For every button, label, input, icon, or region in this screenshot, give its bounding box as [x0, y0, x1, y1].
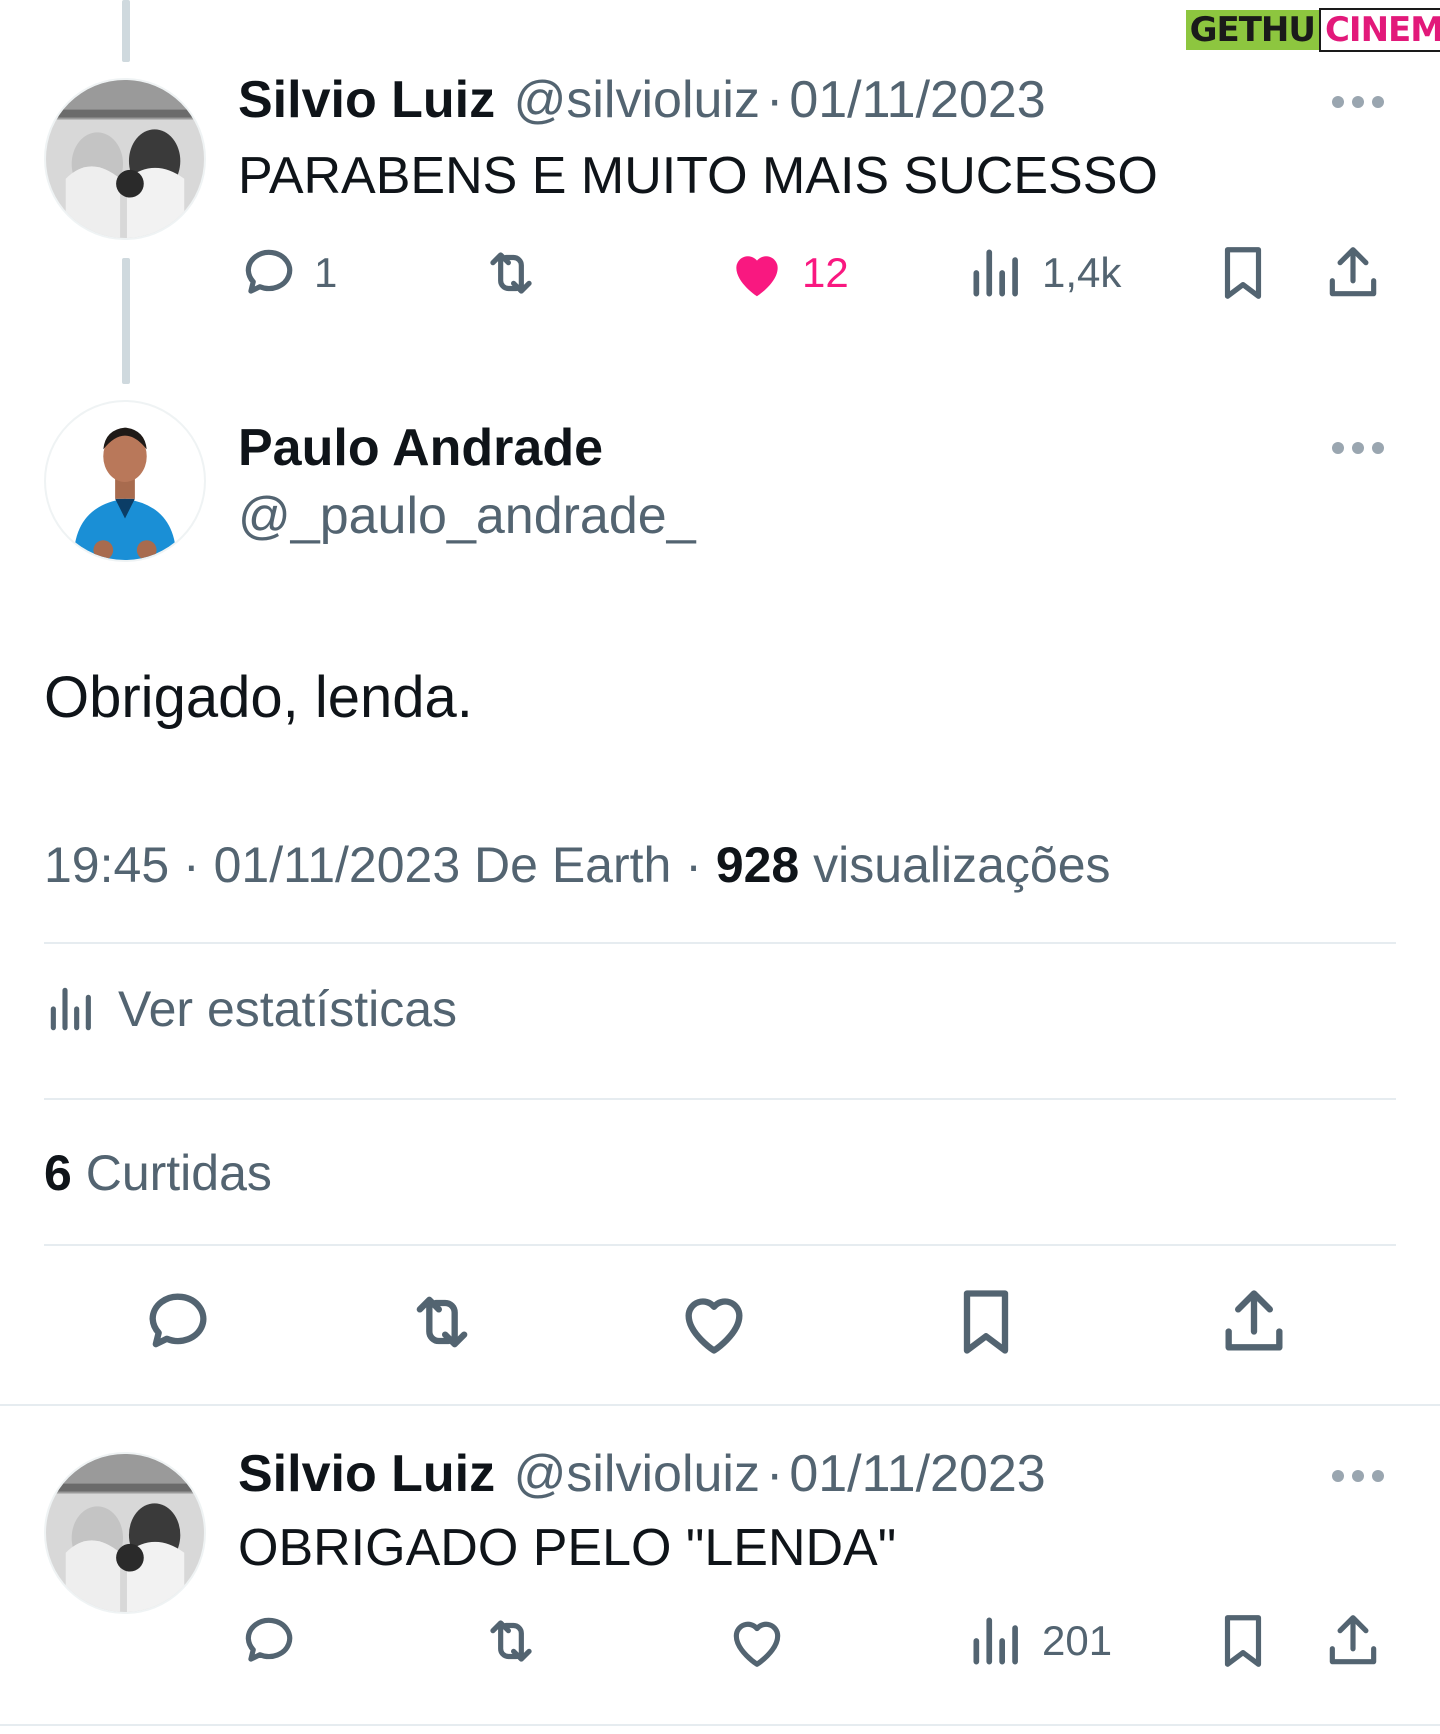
- watermark-part1: GETHU: [1185, 10, 1319, 50]
- author-name[interactable]: Silvio Luiz: [238, 1445, 495, 1503]
- tweet-date[interactable]: 01/11/2023: [789, 71, 1045, 129]
- reply-button[interactable]: [140, 1284, 216, 1360]
- reply-count: 1: [314, 249, 338, 296]
- tweet-header: Silvio Luiz @silvioluiz · 01/11/2023: [238, 70, 1046, 130]
- view-stats-label: Ver estatísticas: [118, 981, 458, 1037]
- bookmark-button[interactable]: [1212, 1610, 1274, 1672]
- avatar-silvio-image: [46, 80, 204, 238]
- bookmark-icon: [963, 1290, 1009, 1354]
- views-button[interactable]: 201: [966, 1610, 1112, 1672]
- meta-separator: ·: [765, 71, 784, 129]
- tweet-text: OBRIGADO PELO "LENDA": [238, 1519, 897, 1577]
- retweet-icon: [416, 1296, 468, 1348]
- author-name[interactable]: Silvio Luiz: [238, 71, 495, 129]
- like-icon: [685, 1298, 743, 1354]
- divider: [44, 1244, 1396, 1246]
- views-icon: [973, 1617, 1018, 1665]
- tweet-time[interactable]: 19:45: [44, 837, 169, 893]
- author-handle[interactable]: @_paulo_andrade_: [238, 486, 696, 546]
- avatar-paulo[interactable]: [44, 400, 206, 562]
- likes-count: 6: [44, 1145, 72, 1201]
- likes-label: Curtidas: [85, 1145, 272, 1201]
- meta-separator: ·: [765, 1445, 784, 1503]
- avatar-silvio-image: [46, 1454, 204, 1612]
- view-stats-link[interactable]: Ver estatísticas: [44, 980, 457, 1038]
- reply-button[interactable]: [238, 1610, 300, 1672]
- more-icon[interactable]: [1330, 94, 1386, 110]
- more-icon[interactable]: [1330, 1468, 1386, 1484]
- retweet-button[interactable]: [480, 242, 542, 304]
- watermark-part2: CINEMA: [1318, 8, 1440, 52]
- views-count: 928: [715, 837, 800, 893]
- views-icon: [973, 249, 1018, 297]
- views-label: visualizações: [813, 837, 1111, 893]
- avatar-paulo-image: [46, 402, 204, 560]
- tweet-date[interactable]: 01/11/2023: [789, 1445, 1045, 1503]
- views-button[interactable]: 1,4k: [966, 242, 1121, 304]
- reply-icon: [149, 1293, 207, 1348]
- author-handle[interactable]: @silvioluiz: [514, 71, 760, 129]
- avatar-silvio[interactable]: [44, 78, 206, 240]
- like-button[interactable]: [676, 1284, 752, 1360]
- retweet-button[interactable]: [404, 1284, 480, 1360]
- author-handle[interactable]: @silvioluiz: [514, 1445, 760, 1503]
- share-icon: [1225, 1290, 1283, 1351]
- retweet-button[interactable]: [480, 1610, 542, 1672]
- likes-summary[interactable]: 6 Curtidas: [44, 1144, 272, 1202]
- avatar-silvio[interactable]: [44, 1452, 206, 1614]
- divider: [0, 1404, 1440, 1406]
- share-button[interactable]: [1322, 1610, 1384, 1672]
- share-button[interactable]: [1216, 1284, 1292, 1360]
- bookmark-button[interactable]: [948, 1284, 1024, 1360]
- meta-separator: ·: [685, 837, 702, 893]
- share-icon: [1329, 247, 1377, 297]
- author-name[interactable]: Paulo Andrade: [238, 418, 603, 478]
- bookmark-icon: [1224, 1615, 1262, 1667]
- retweet-icon: [490, 1620, 532, 1662]
- like-icon: [733, 1621, 781, 1667]
- like-count: 12: [802, 249, 849, 296]
- tweet-timestamp-line: 19:45 · 01/11/2023 De Earth · 928 visual…: [44, 836, 1111, 894]
- divider: [44, 1098, 1396, 1100]
- views-icon: [50, 987, 91, 1031]
- tweet-date-source[interactable]: 01/11/2023 De Earth: [214, 837, 672, 893]
- views-count: 201: [1042, 1617, 1113, 1664]
- bookmark-icon: [1224, 247, 1262, 299]
- retweet-icon: [490, 252, 532, 294]
- divider: [0, 1724, 1440, 1726]
- thread-connector-top: [122, 0, 130, 62]
- bookmark-button[interactable]: [1212, 242, 1274, 304]
- thread-connector-middle: [122, 258, 130, 384]
- share-icon: [1329, 1615, 1377, 1665]
- like-button[interactable]: [726, 1610, 788, 1672]
- views-count: 1,4k: [1042, 249, 1122, 296]
- reply-button[interactable]: 1: [238, 242, 337, 304]
- tweet-text: PARABENS E MUITO MAIS SUCESSO: [238, 147, 1158, 205]
- like-button[interactable]: 12: [726, 242, 849, 304]
- divider: [44, 942, 1396, 944]
- more-icon[interactable]: [1330, 440, 1386, 456]
- reply-icon: [245, 249, 293, 294]
- main-tweet-text: Obrigado, lenda.: [44, 665, 473, 730]
- reply-icon: [245, 1617, 293, 1662]
- meta-separator: ·: [183, 837, 200, 893]
- tweet-header: Silvio Luiz @silvioluiz · 01/11/2023: [238, 1444, 1046, 1504]
- share-button[interactable]: [1322, 242, 1384, 304]
- watermark-logo: GETHU CINEMA: [1185, 0, 1440, 60]
- like-icon: [736, 256, 778, 297]
